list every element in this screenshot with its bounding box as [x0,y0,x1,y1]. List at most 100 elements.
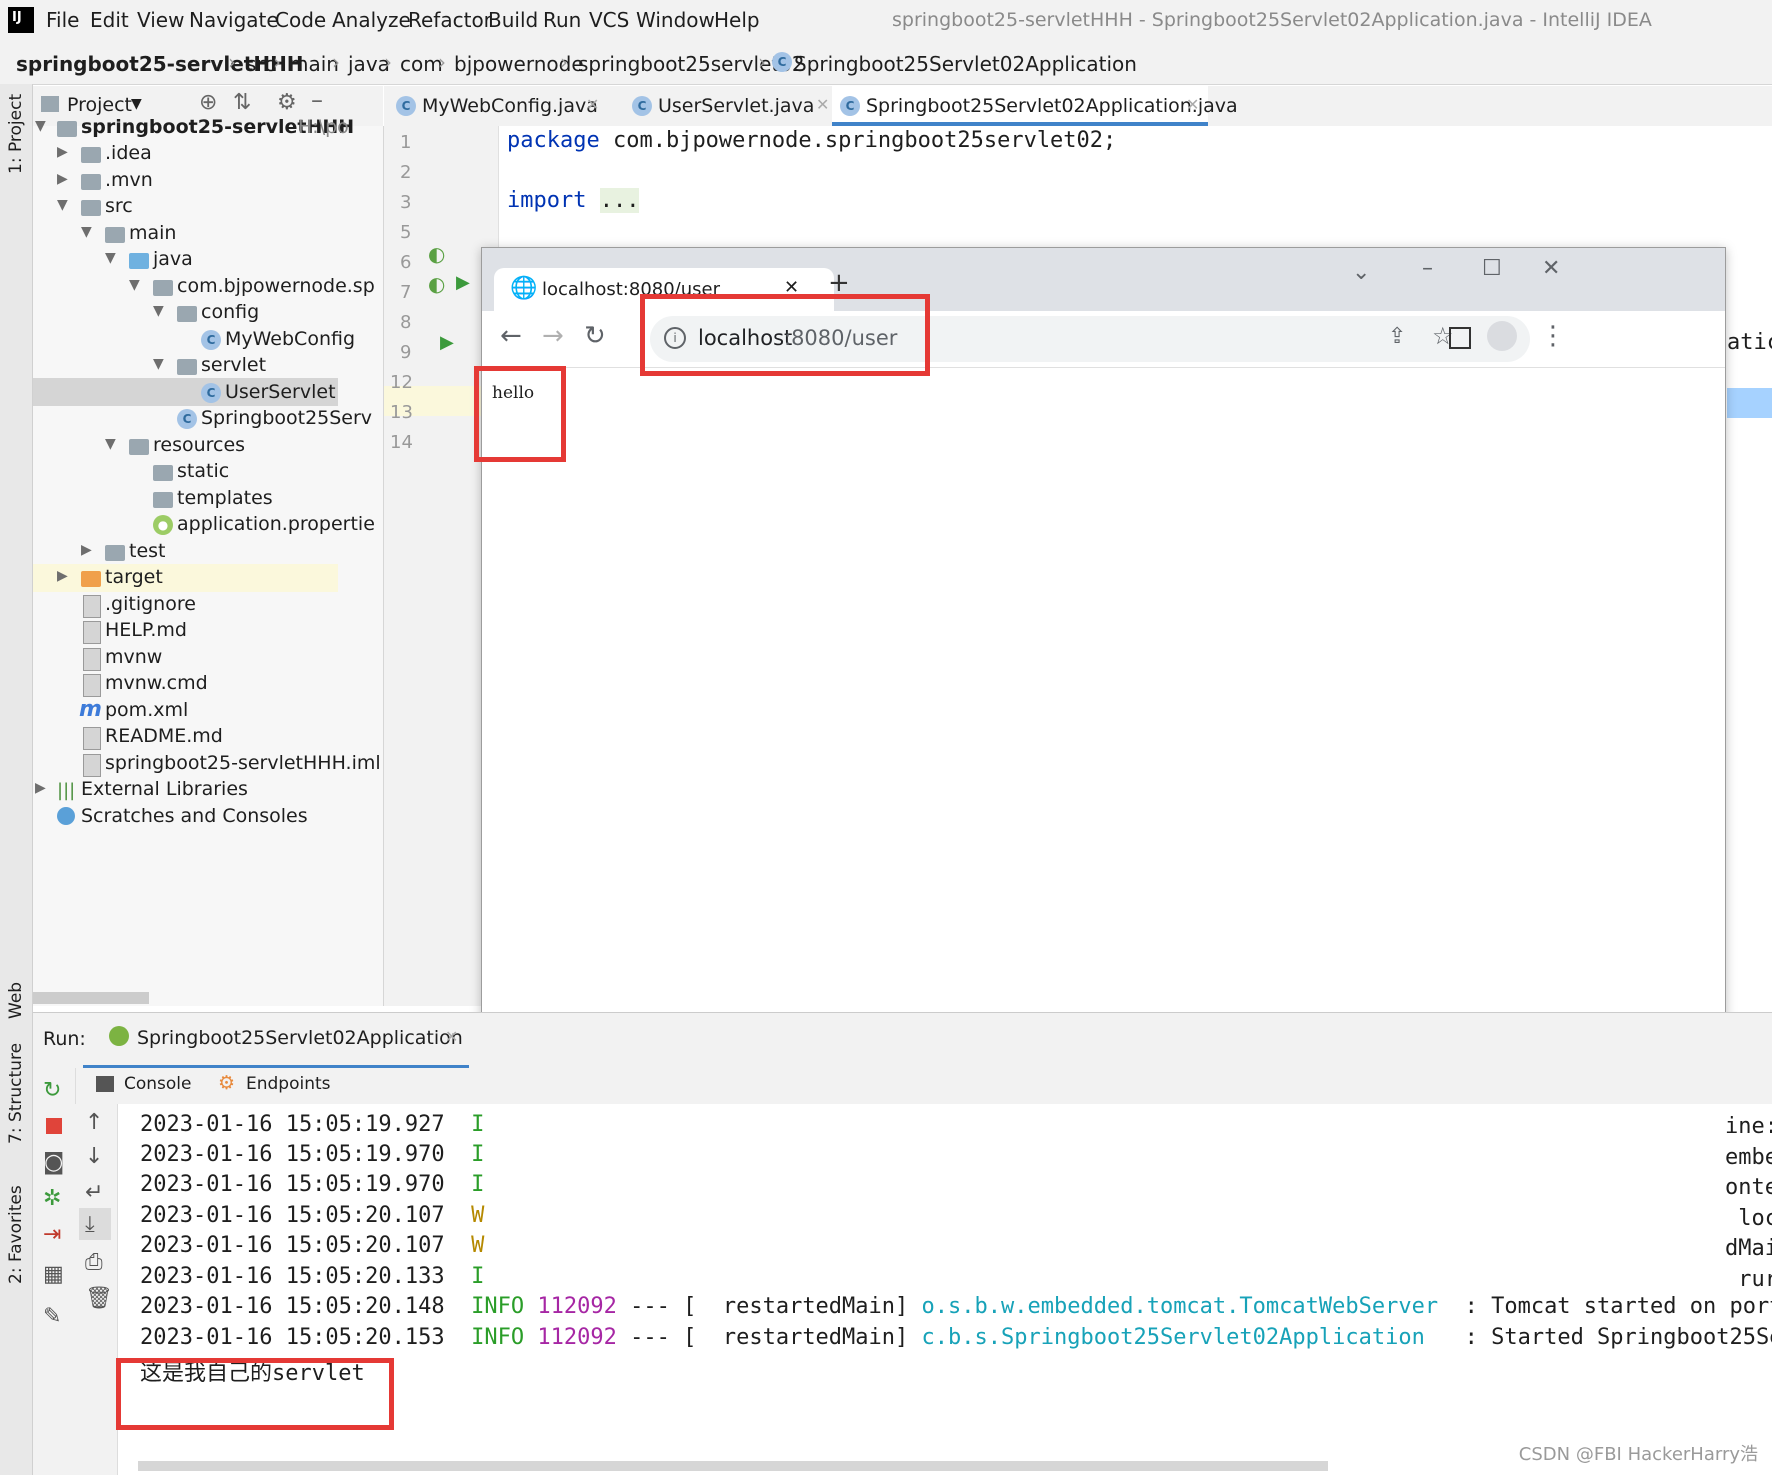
scroll-end-icon[interactable]: ⤓ [85,1212,95,1237]
import-fold[interactable]: ... [599,188,640,213]
output-highlight-box [116,1358,394,1430]
close-icon[interactable]: ✕ [1186,95,1199,114]
globe-icon: 🌐 [510,276,538,301]
back-icon[interactable]: ← [500,321,522,351]
run-panel-header: Run: Springboot25Servlet02Application ✕ [33,1012,1772,1069]
chevron-right-icon: › [228,50,236,74]
forward-icon[interactable]: → [542,321,564,351]
menu-edit[interactable]: Edit [90,8,129,32]
chevron-right-icon: › [438,50,446,74]
log-separator: --- [ [630,1294,697,1319]
menu-analyze[interactable]: Analyze [332,8,411,32]
close-icon[interactable]: ✕ [1542,256,1560,281]
selection-fragment [1727,388,1772,418]
arrow-up-icon[interactable]: ↑ [85,1110,103,1135]
run-gutter-icon[interactable]: ▶ [440,332,454,353]
tab-mywebconfig[interactable]: C MyWebConfig.java ✕ [396,86,606,126]
close-icon[interactable]: ✕ [816,95,829,114]
locate-icon[interactable]: ⊕ [199,90,217,115]
line-number: 2 [400,162,412,183]
log-logger[interactable]: o.s.b.w.embedded.tomcat.TomcatWebServer [922,1294,1439,1319]
rerun-icon[interactable]: ↻ [43,1078,61,1103]
keyword-import: import [507,188,587,213]
line-number: 6 [400,252,412,273]
pin-icon[interactable]: ✎ [43,1304,61,1329]
project-view-selector[interactable]: Project [67,94,132,116]
exit-icon[interactable]: ⇥ [43,1222,61,1247]
log-separator: --- [ [630,1325,697,1350]
close-icon[interactable]: ✕ [445,1027,458,1046]
endpoints-icon: ⚙ [218,1072,236,1094]
tab-console[interactable]: Console [124,1074,192,1094]
window-title: springboot25-servletHHH - Springboot25Se… [892,9,1652,31]
breadcrumb-src[interactable]: src [246,52,275,76]
web-tool-tab[interactable]: Web [6,982,26,1019]
tab-application[interactable]: C Springboot25Servlet02Application.java … [832,86,1238,126]
menu-navigate[interactable]: Navigate [189,8,279,32]
log-timestamp: 2023-01-16 15:05:20.107 [140,1233,445,1258]
menu-view[interactable]: View [137,8,184,32]
maximize-icon[interactable]: ☐ [1482,256,1502,281]
layout-icon[interactable]: ▦ [43,1262,64,1287]
close-icon[interactable]: ✕ [586,95,599,114]
minimize-icon[interactable]: – [1422,256,1433,281]
editor-tab-bar: C MyWebConfig.java ✕ C UserServlet.java … [384,86,1772,127]
stop-icon[interactable] [46,1118,62,1134]
camera-icon[interactable]: ◙ [43,1150,64,1175]
reload-icon[interactable]: ↻ [584,321,606,351]
trash-icon[interactable]: 🗑 [85,1286,113,1311]
soft-wrap-icon[interactable]: ↵ [85,1180,103,1205]
chevron-down-icon[interactable]: ⌄ [1352,260,1370,285]
structure-tool-tab[interactable]: 7: Structure [6,1043,26,1144]
debug-icon[interactable]: ✲ [43,1186,61,1211]
project-folder-icon [41,96,59,112]
line-number: 1 [400,132,412,153]
menu-code[interactable]: Code [275,8,326,32]
line-number: 12 [390,372,413,393]
menu-build[interactable]: Build [488,8,538,32]
share-icon[interactable]: ⇪ [1388,324,1406,349]
menu-window[interactable]: Window [636,8,715,32]
maven-icon: m [79,697,102,722]
menu-vcs[interactable]: VCS [589,8,629,32]
arrow-down-icon[interactable]: ↓ [85,1144,103,1169]
collapse-all-icon[interactable]: ⇅ [233,90,251,115]
line-number: 5 [400,222,412,243]
log-timestamp: 2023-01-16 15:05:20.153 [140,1325,445,1350]
menu-help[interactable]: Help [714,8,760,32]
code-fragment: atic [1727,330,1772,355]
breadcrumb-com[interactable]: com [400,52,443,76]
side-panel-icon[interactable] [1449,327,1471,349]
chevron-down-icon[interactable]: ▼ [131,96,142,112]
more-menu-icon[interactable]: ⋮ [1540,321,1566,351]
menu-refactor[interactable]: Refactor [408,8,492,32]
tree-item-root[interactable]: ▼ springboot25-servletHHH H:\po [33,114,354,144]
keyword-package: package [507,128,600,153]
line-number: 8 [400,312,412,333]
spring-bean-icon: ◐ [428,242,446,266]
menu-file[interactable]: File [46,8,79,32]
minimize-icon[interactable]: – [311,86,323,114]
favorites-tool-tab[interactable]: 2: Favorites [6,1185,26,1284]
console-horizontal-scrollbar[interactable] [138,1461,1328,1471]
project-tool-tab[interactable]: 1: Project [6,94,26,174]
run-gutter-icon[interactable]: ▶ [456,272,470,293]
log-logger[interactable]: c.b.s.Springboot25Servlet02Application [922,1325,1425,1350]
log-timestamp: 2023-01-16 15:05:19.970 [140,1142,445,1167]
breadcrumb-package[interactable]: springboot25servlet02 [578,52,805,76]
menu-run[interactable]: Run [543,8,581,32]
tab-userservlet[interactable]: C UserServlet.java ✕ [632,86,842,126]
log-right-fragments: ine: embe onte loc dMai rur [1725,1114,1772,1292]
horizontal-scrollbar[interactable] [33,992,149,1004]
gear-icon[interactable]: ⚙ [277,90,297,115]
run-config-tab[interactable]: Springboot25Servlet02Application [137,1027,463,1049]
profile-avatar-icon[interactable] [1487,321,1517,351]
tab-endpoints[interactable]: Endpoints [246,1074,331,1094]
log-message: : Started Springboot25Serv [1464,1325,1772,1350]
breadcrumb-class[interactable]: Springboot25Servlet02Application [794,52,1137,76]
print-icon[interactable]: ⎙ [85,1250,103,1275]
scroll-to-end-toggle[interactable] [79,1208,111,1240]
log-level: W [471,1233,485,1258]
log-level: I [471,1172,485,1197]
log-level: INFO [471,1294,525,1319]
